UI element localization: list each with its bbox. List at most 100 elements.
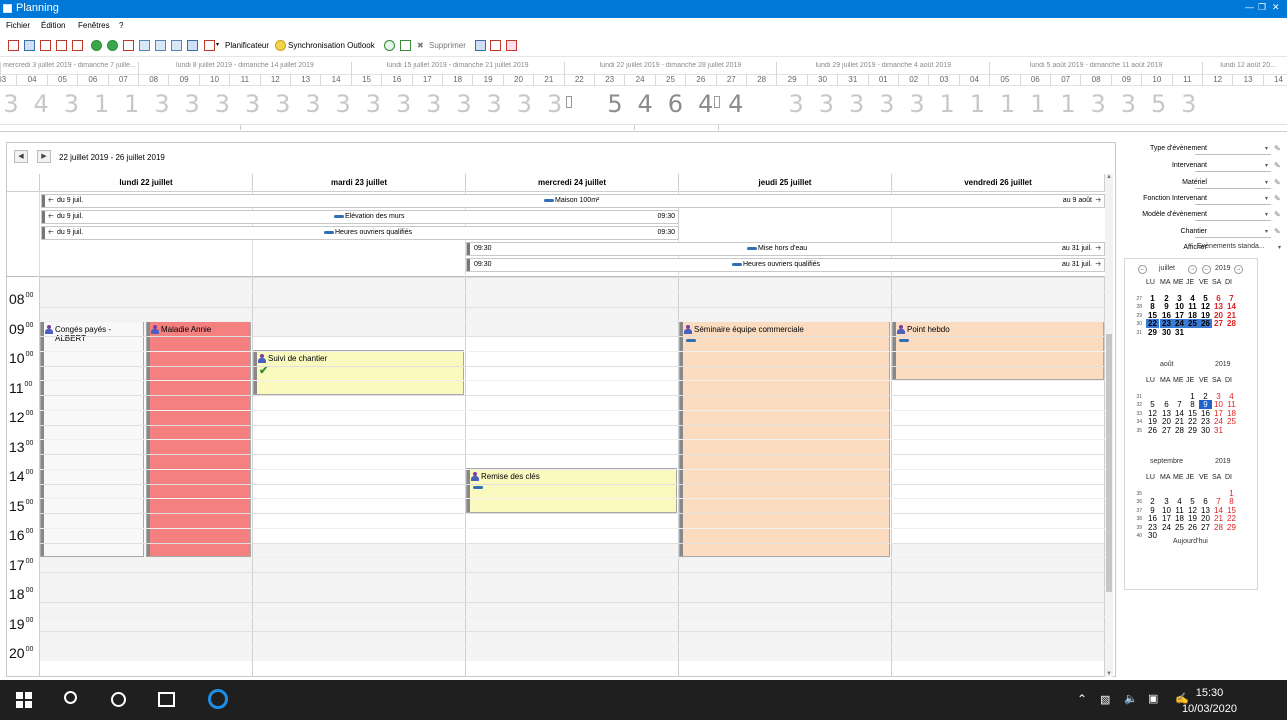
calendar-day[interactable]: 27 xyxy=(1199,523,1212,532)
calendar-day[interactable]: 28 xyxy=(1225,319,1238,328)
refresh-icon[interactable] xyxy=(384,40,395,51)
timeline-day[interactable]: 30 xyxy=(806,74,838,86)
close-button[interactable]: ✕ xyxy=(1272,2,1280,13)
planner-scrollbar[interactable]: ▲ ▼ xyxy=(1105,174,1113,677)
planner-scroll-thumb[interactable] xyxy=(1106,334,1112,592)
timeline-week-header[interactable]: mercredi 3 juillet 2019 - dimanche 7 jui… xyxy=(0,62,138,74)
materiel-select[interactable] xyxy=(1195,176,1271,189)
calendar-day[interactable]: 25 xyxy=(1225,417,1238,426)
print-icon[interactable] xyxy=(204,40,215,51)
timeline-scrollbar[interactable] xyxy=(0,124,1287,130)
zoom-in-icon[interactable] xyxy=(139,40,150,51)
timeline-day[interactable]: 16 xyxy=(381,74,412,86)
timeline-day[interactable]: 19 xyxy=(472,74,503,86)
edit-icon[interactable]: ✎ xyxy=(1274,144,1281,153)
planning-view-icon[interactable] xyxy=(475,40,486,51)
timeline-day[interactable]: 05 xyxy=(989,74,1020,86)
battery-icon[interactable]: ▧ xyxy=(1100,693,1110,706)
event-remise-cles[interactable]: Remise des clés xyxy=(466,468,677,513)
timeline-day[interactable]: 04 xyxy=(958,74,990,86)
task-view-icon[interactable] xyxy=(158,692,175,707)
week-view-icon[interactable] xyxy=(40,40,51,51)
fonction-select[interactable] xyxy=(1195,192,1271,205)
search-planning-icon[interactable] xyxy=(490,40,501,51)
dropdown-icon[interactable]: ▾ xyxy=(1265,195,1268,202)
sync-outlook-button[interactable]: Synchronisation Outlook xyxy=(288,41,375,50)
timeline-day[interactable]: 13 xyxy=(290,74,321,86)
dropdown-icon[interactable]: ▾ xyxy=(1265,162,1268,169)
calendar-day[interactable]: 25 xyxy=(1173,523,1186,532)
timeline-week-header[interactable]: lundi 22 juillet 2019 - dimanche 28 juil… xyxy=(563,62,777,74)
next-icon[interactable] xyxy=(107,40,118,51)
calendar-day[interactable]: 28 xyxy=(1212,523,1225,532)
calendar-day[interactable]: 30 xyxy=(1199,426,1212,435)
timeline-day[interactable]: 25 xyxy=(654,74,686,86)
calendar-day[interactable]: 29 xyxy=(1186,426,1199,435)
calendar-day[interactable]: 30 xyxy=(1146,531,1159,540)
dropdown-arrow-icon[interactable]: ▾ xyxy=(216,41,219,48)
event-suivi-chantier[interactable]: Suivi de chantier ✔ xyxy=(253,350,464,395)
day-view-icon[interactable] xyxy=(8,40,19,51)
edit-icon[interactable]: ✎ xyxy=(1274,210,1281,219)
allday-event[interactable]: 🡠 du 9 juil. Elévation des murs 09:30 xyxy=(41,210,679,224)
zoom-out-icon[interactable] xyxy=(155,40,166,51)
timeline-day[interactable]: 14 xyxy=(1262,74,1287,86)
edit-icon[interactable]: ✎ xyxy=(1274,161,1281,170)
timeline-week-header[interactable]: lundi 8 juillet 2019 - dimanche 14 juill… xyxy=(138,62,351,74)
users-icon[interactable] xyxy=(506,40,517,51)
planificateur-button[interactable]: Planificateur xyxy=(225,41,269,50)
timeline-day[interactable]: 05 xyxy=(46,74,78,86)
timeline-day[interactable]: 18 xyxy=(442,74,473,86)
prev-week-button[interactable]: ◀ xyxy=(14,150,28,163)
delete-button[interactable]: Supprimer xyxy=(429,41,466,50)
zoom-fit-icon[interactable] xyxy=(171,40,182,51)
timeline-day[interactable]: 04 xyxy=(16,74,47,86)
calendar-day[interactable]: 26 xyxy=(1146,426,1159,435)
next-month-icon[interactable]: → xyxy=(1188,265,1197,274)
timeline-day[interactable]: 11 xyxy=(229,74,260,86)
dropdown-icon[interactable]: ▾ xyxy=(1265,145,1268,152)
timeline-day[interactable]: 20 xyxy=(502,74,534,86)
menu-fichier[interactable]: Fichier xyxy=(6,21,30,30)
timeline-day[interactable]: 29 xyxy=(776,74,807,86)
calendar-day[interactable]: 26 xyxy=(1199,319,1212,329)
calendar-day[interactable]: 26 xyxy=(1186,523,1199,532)
menu-edition[interactable]: Édition xyxy=(41,21,65,30)
next-week-button[interactable]: ▶ xyxy=(37,150,51,163)
timeline-week-header[interactable]: lundi 5 août 2019 - dimanche 11 août 201… xyxy=(989,62,1202,74)
timeline-day[interactable]: 22 xyxy=(563,74,594,86)
dropdown-icon[interactable]: ▾ xyxy=(1278,244,1281,251)
calendar-day[interactable]: 25 xyxy=(1186,319,1199,329)
tray-up-icon[interactable]: ⌃ xyxy=(1077,692,1087,706)
timeline-day[interactable]: 12 xyxy=(1202,74,1233,86)
timeline-day[interactable]: 09 xyxy=(1110,74,1142,86)
timeline-week-header[interactable]: lundi 15 juillet 2019 - dimanche 21 juil… xyxy=(350,62,564,74)
month-view-icon[interactable] xyxy=(56,40,67,51)
modele-select[interactable] xyxy=(1195,208,1271,221)
timeline-overview[interactable]: mercredi 3 juillet 2019 - dimanche 7 jui… xyxy=(0,62,1287,132)
timeline-day[interactable]: 02 xyxy=(898,74,929,86)
day-header-tue[interactable]: mardi 23 juillet xyxy=(252,174,465,191)
timeline-day[interactable]: 17 xyxy=(411,74,442,86)
menu-fenetres[interactable]: Fenêtres xyxy=(78,21,110,30)
timeline-day[interactable]: 14 xyxy=(320,74,351,86)
edit-icon[interactable]: ✎ xyxy=(1274,227,1281,236)
timeline-day[interactable]: 08 xyxy=(1080,74,1111,86)
allday-event[interactable]: 09:30 Heures ouvriers qualifiés au 31 ju… xyxy=(466,258,1105,272)
day-header-mon[interactable]: lundi 22 juillet xyxy=(39,174,252,191)
timeline-day[interactable]: 07 xyxy=(1050,74,1081,86)
timeline-week-header[interactable]: lundi 29 juillet 2019 - dimanche 4 août … xyxy=(776,62,989,74)
calendar-day[interactable]: 31 xyxy=(1212,426,1225,435)
calendar-day[interactable]: 29 xyxy=(1225,523,1238,532)
timeline-day[interactable]: 31 xyxy=(837,74,868,86)
network-icon[interactable]: ▣ xyxy=(1148,692,1158,705)
scroll-up-icon[interactable]: ▲ xyxy=(1106,174,1112,180)
timeline-day[interactable]: 06 xyxy=(1019,74,1050,86)
chantier-select[interactable] xyxy=(1195,225,1271,238)
calendar-icon[interactable] xyxy=(123,40,134,51)
timeline-day[interactable]: 11 xyxy=(1171,74,1202,86)
day-header-fri[interactable]: vendredi 26 juillet xyxy=(891,174,1105,191)
timeline-day[interactable]: 28 xyxy=(746,74,777,86)
edge-icon[interactable] xyxy=(208,689,228,709)
timeline-day[interactable]: 03 xyxy=(928,74,959,86)
